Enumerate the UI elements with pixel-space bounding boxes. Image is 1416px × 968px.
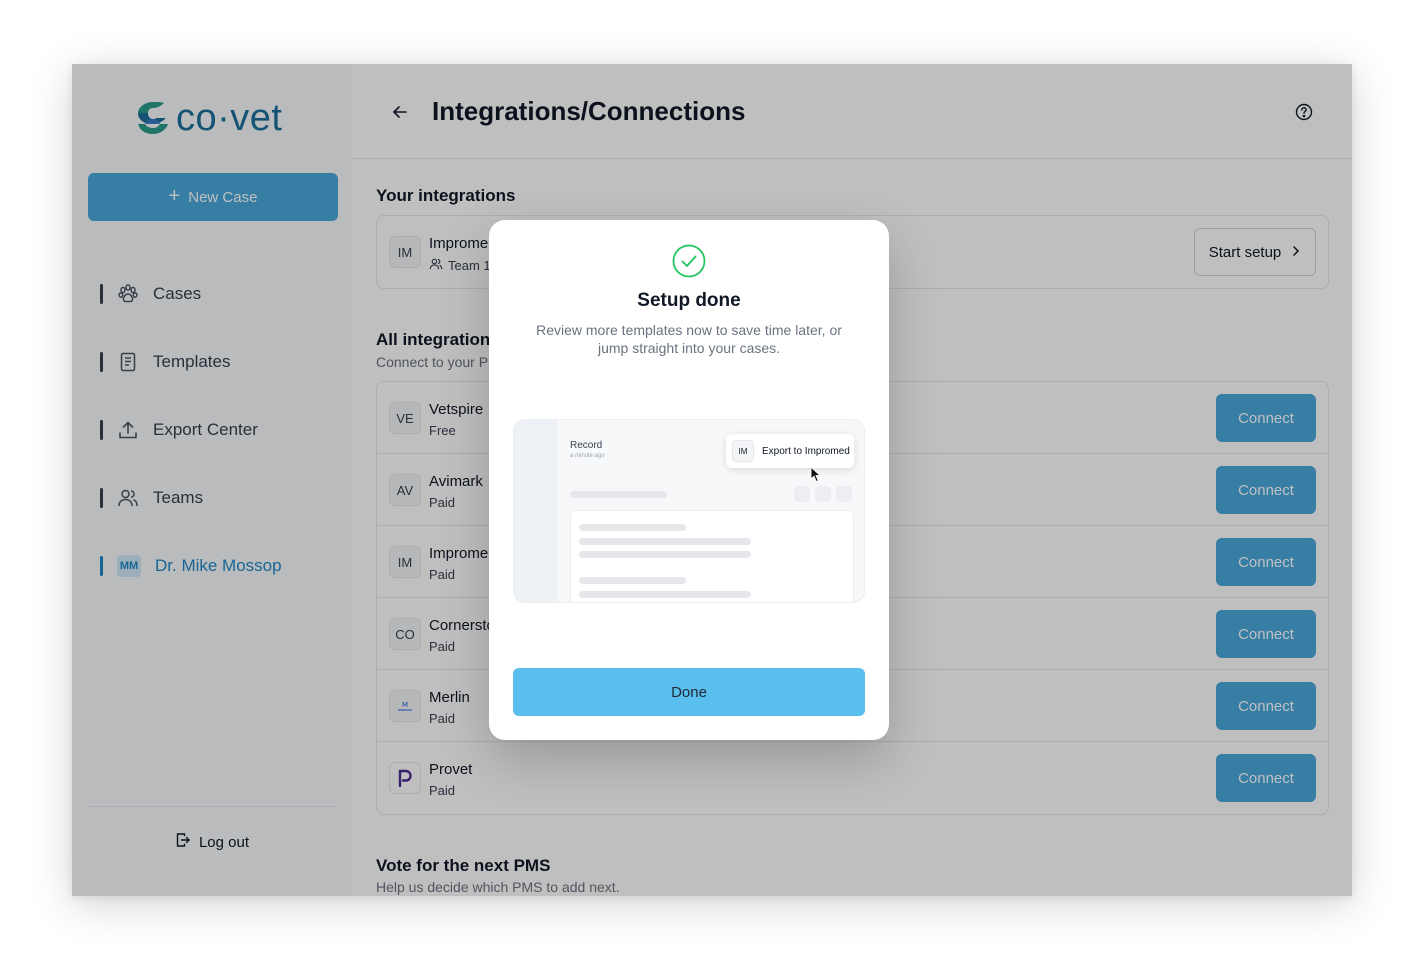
preview-record-time: a minute ago bbox=[570, 453, 605, 459]
preview-placeholder-bar bbox=[579, 551, 751, 558]
app-window: co·vet + New Case Cases Templates Export… bbox=[72, 64, 1352, 896]
done-button[interactable]: Done bbox=[513, 668, 865, 716]
preview-placeholder-bar bbox=[579, 577, 686, 584]
mouse-cursor-icon bbox=[810, 465, 822, 488]
preview-placeholder-chip bbox=[836, 486, 852, 502]
preview-placeholder-bar bbox=[570, 491, 667, 498]
check-circle-icon bbox=[672, 244, 706, 278]
preview-sidebar bbox=[514, 420, 558, 602]
preview-placeholder-bar bbox=[579, 524, 686, 531]
preview-record-label: Record bbox=[570, 440, 603, 451]
preview-placeholder-bar bbox=[579, 591, 751, 598]
preview-content-card bbox=[570, 510, 854, 602]
preview-export-button: IM Export to Impromed bbox=[726, 434, 854, 468]
preview-placeholder-chip bbox=[815, 486, 831, 502]
preview-export-label: Export to Impromed bbox=[762, 445, 850, 457]
modal-title: Setup done bbox=[637, 290, 741, 311]
export-preview-illustration: Record a minute ago IM Export to Improme… bbox=[513, 419, 865, 603]
preview-placeholder-chip bbox=[794, 486, 810, 502]
setup-done-modal: Setup done Review more templates now to … bbox=[489, 220, 889, 740]
modal-description: Review more templates now to save time l… bbox=[536, 322, 842, 356]
preview-placeholder-bar bbox=[579, 538, 751, 545]
preview-im-badge: IM bbox=[732, 440, 754, 462]
